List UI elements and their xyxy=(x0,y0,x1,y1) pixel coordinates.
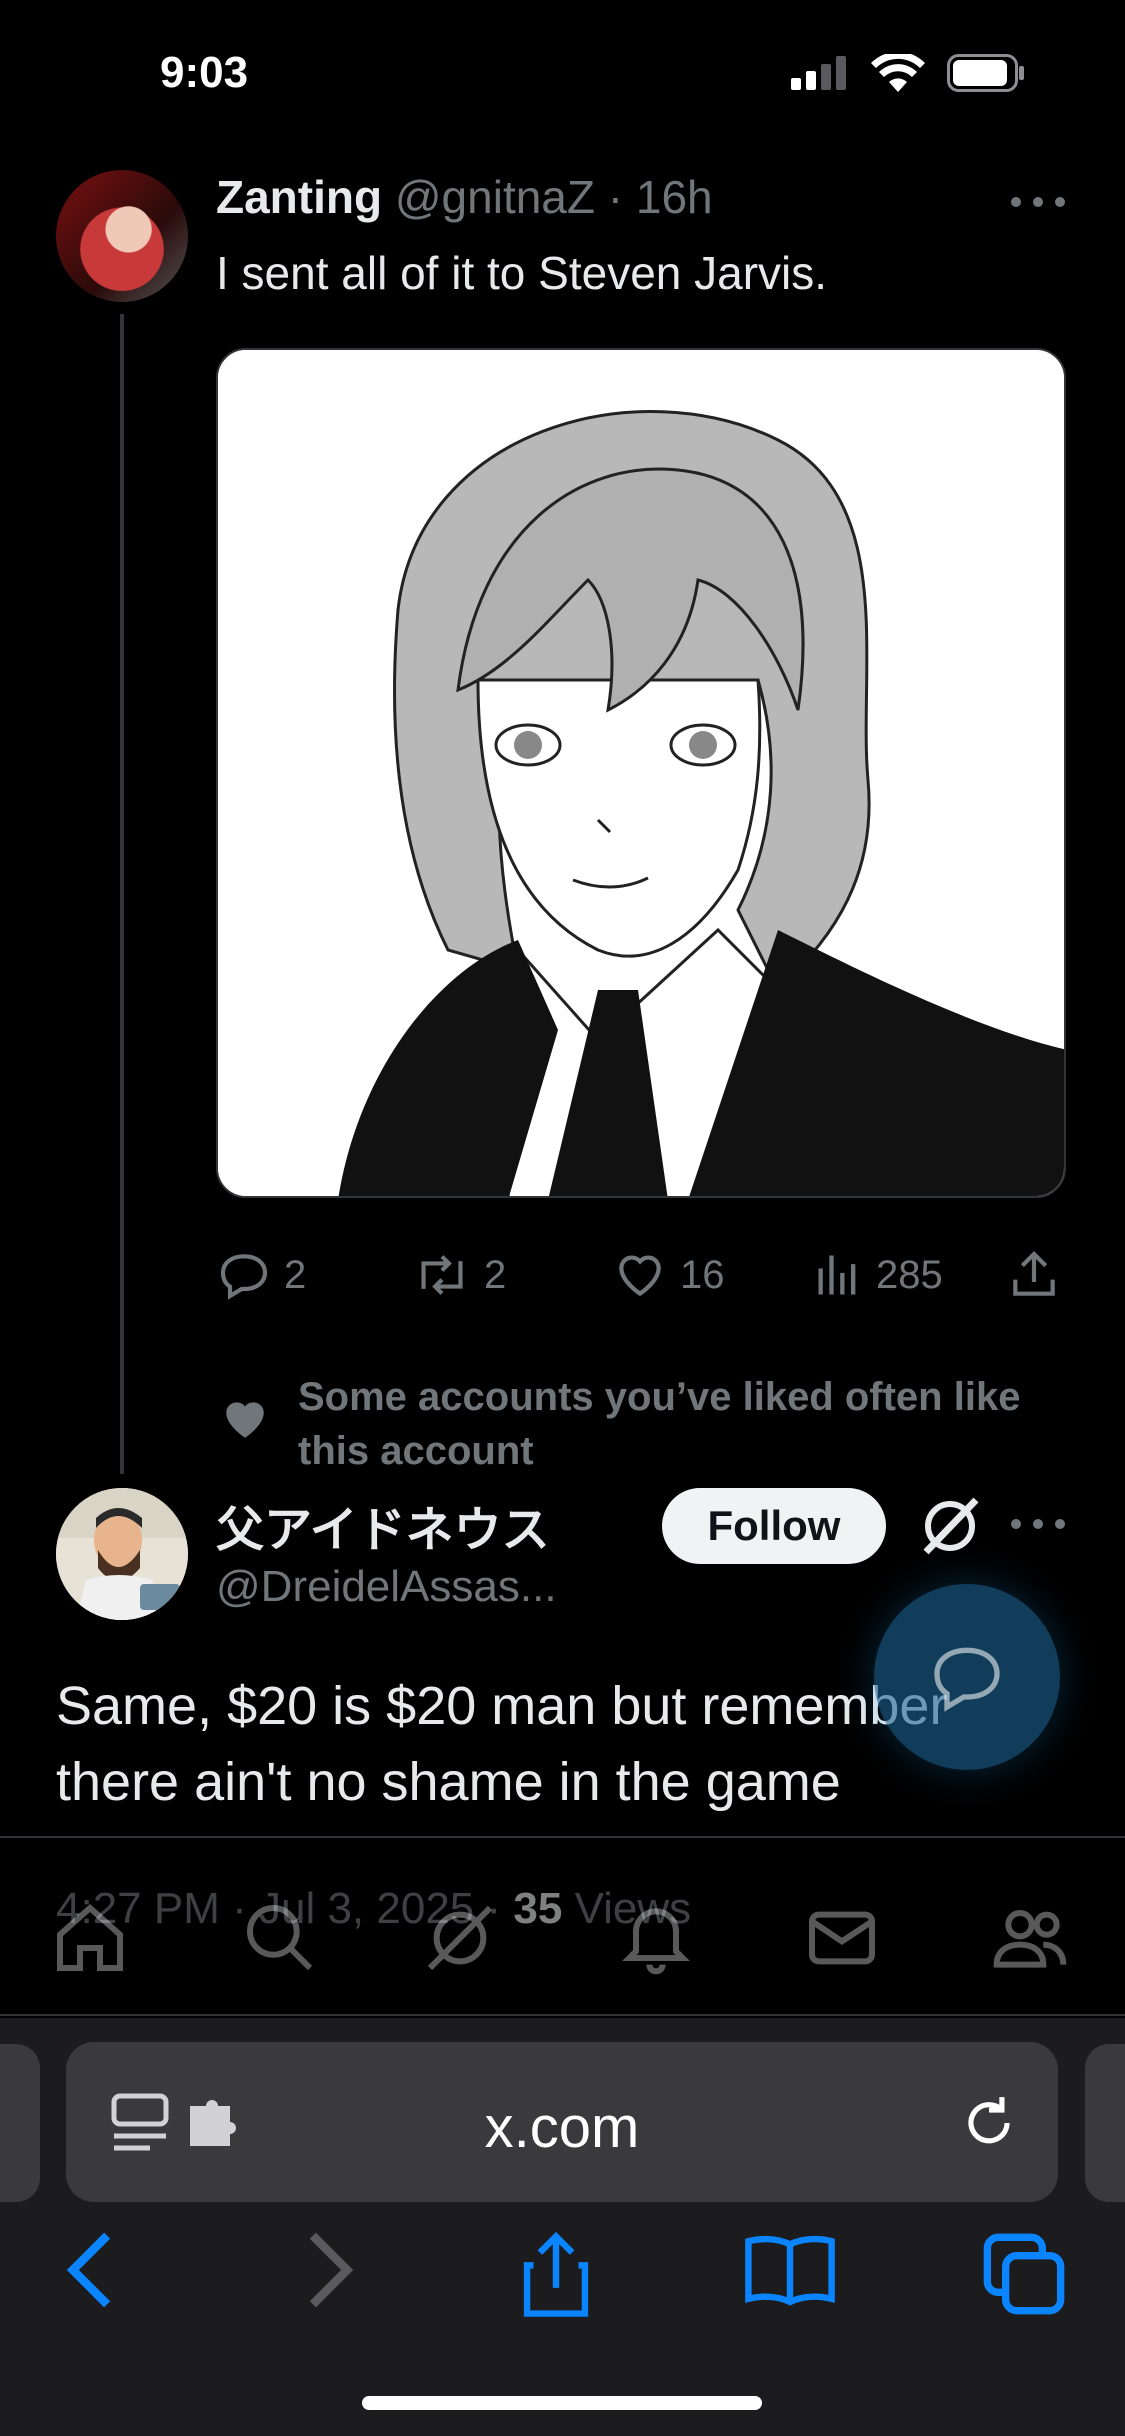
heart-icon xyxy=(619,1255,661,1297)
repost-icon xyxy=(421,1255,463,1295)
tweet1-text: I sent all of it to Steven Jarvis. xyxy=(216,247,828,299)
grok-icon[interactable] xyxy=(918,1494,982,1558)
forward-icon[interactable] xyxy=(300,2230,360,2310)
tweet1-media-image[interactable] xyxy=(216,348,1066,1198)
communities-icon[interactable] xyxy=(990,1898,1070,1978)
avatar-zanting[interactable] xyxy=(56,170,188,302)
share-icon xyxy=(1013,1251,1055,1296)
views-count: 285 xyxy=(876,1252,943,1297)
compose-reply-button[interactable] xyxy=(874,1584,1060,1770)
messages-icon[interactable] xyxy=(802,1898,882,1978)
url-text[interactable]: x.com xyxy=(66,2094,1058,2161)
tweet1-display-name[interactable]: Zanting xyxy=(216,171,382,223)
address-bar[interactable]: x.com xyxy=(66,2042,1058,2202)
safari-toolbar xyxy=(0,2208,1125,2338)
prev-tab-peek[interactable] xyxy=(0,2044,40,2202)
tweet2-handle[interactable]: @DreidelAssas... xyxy=(216,1562,557,1612)
tweet1-age[interactable]: 16h xyxy=(636,171,713,223)
thread-line xyxy=(120,314,124,1474)
reply-icon xyxy=(220,1254,268,1300)
reload-icon[interactable] xyxy=(958,2092,1020,2154)
avatar-dreidel-image xyxy=(56,1488,188,1620)
status-bar: 9:03 xyxy=(0,0,1125,140)
like-button[interactable]: 16 xyxy=(612,1247,725,1303)
search-icon[interactable] xyxy=(240,1898,320,1978)
follow-button[interactable]: Follow xyxy=(662,1488,886,1564)
share-sheet-icon[interactable] xyxy=(516,2230,596,2320)
x-bottom-nav xyxy=(0,1888,1125,1998)
signal-icon xyxy=(791,56,846,90)
next-tab-peek[interactable] xyxy=(1085,2044,1125,2202)
repost-count: 2 xyxy=(484,1252,507,1297)
back-icon[interactable] xyxy=(60,2230,120,2310)
bookmarks-icon[interactable] xyxy=(742,2230,838,2310)
social-context-text: Some accounts you’ve liked often like th… xyxy=(298,1375,1021,1473)
home-icon[interactable] xyxy=(50,1898,130,1978)
wifi-icon xyxy=(871,54,925,92)
grok-nav-icon[interactable] xyxy=(420,1898,500,1978)
tweet1-separator: · xyxy=(595,171,636,223)
tweet1-header: Zanting @gnitnaZ · 16h xyxy=(216,170,713,224)
manga-portrait-image xyxy=(218,350,1064,1196)
nav-divider xyxy=(0,2014,1125,2016)
tweet1-handle[interactable]: @gnitnaZ xyxy=(395,171,595,223)
reply-count: 2 xyxy=(284,1252,307,1297)
status-icons xyxy=(791,54,1025,92)
views-icon xyxy=(818,1255,856,1295)
share-button[interactable] xyxy=(1006,1247,1062,1303)
heart-filled-icon xyxy=(226,1402,264,1438)
views-button[interactable]: 285 xyxy=(812,1247,943,1303)
notifications-icon[interactable] xyxy=(616,1898,696,1978)
repost-button[interactable]: 2 xyxy=(412,1247,506,1303)
battery-icon xyxy=(947,54,1024,92)
like-count: 16 xyxy=(680,1252,725,1297)
home-indicator xyxy=(362,2396,762,2410)
reply-button[interactable]: 2 xyxy=(216,1247,306,1303)
divider xyxy=(0,1836,1125,1838)
tweet1-more-icon[interactable] xyxy=(1008,192,1068,212)
reply-bubble-icon xyxy=(934,1647,1000,1712)
tweet2-more-icon[interactable] xyxy=(1008,1514,1068,1534)
status-time: 9:03 xyxy=(160,48,249,97)
tweet1-actions: 2 2 16 285 xyxy=(216,1240,1066,1310)
tabs-icon[interactable] xyxy=(980,2230,1068,2318)
tweet2-display-name[interactable]: 父アイドネウス xyxy=(216,1490,550,1560)
avatar-dreidel[interactable] xyxy=(56,1488,188,1620)
